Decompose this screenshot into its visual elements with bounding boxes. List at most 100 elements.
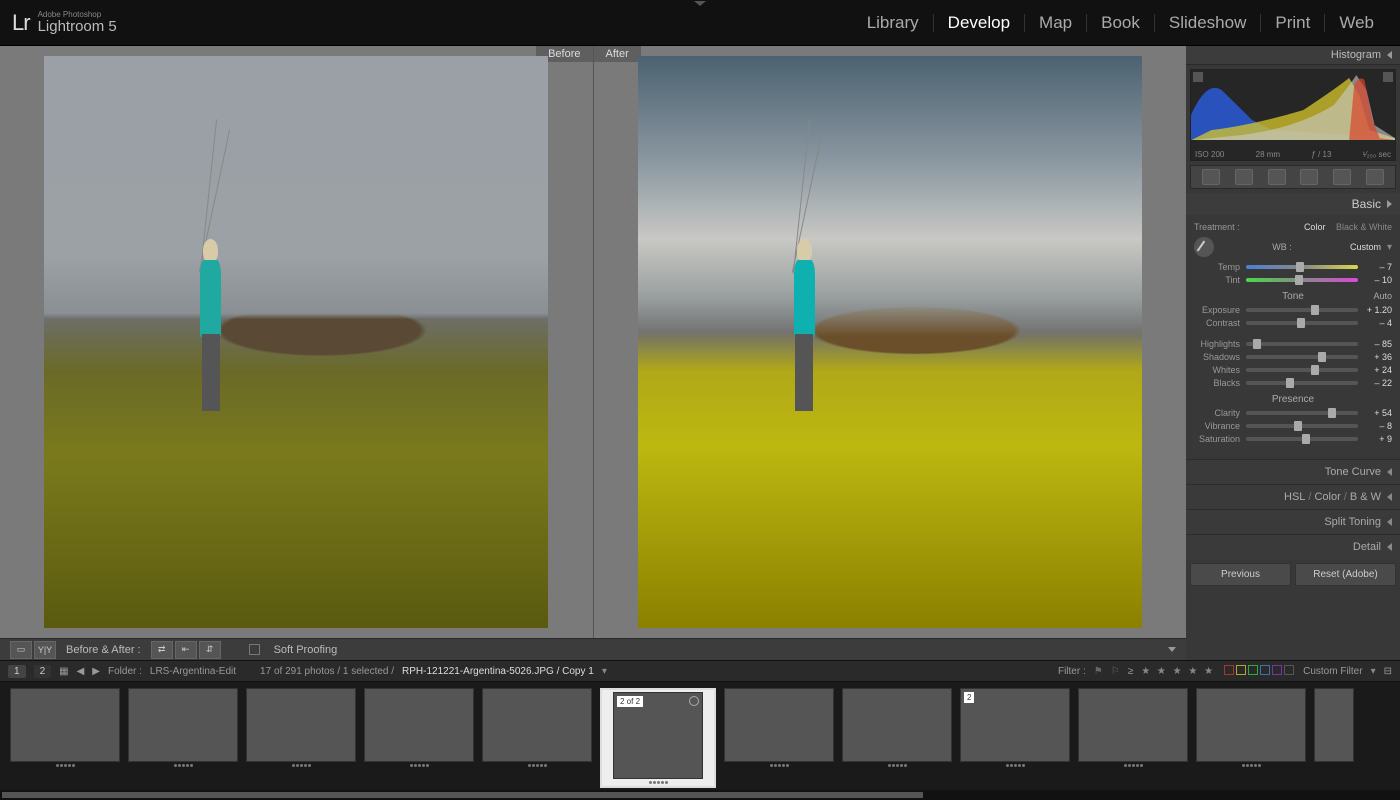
- module-web[interactable]: Web: [1325, 13, 1388, 33]
- auto-tone[interactable]: Auto: [1373, 291, 1392, 301]
- filter-lock-icon[interactable]: ⊟: [1384, 666, 1392, 677]
- whites-value[interactable]: + 24: [1364, 365, 1392, 375]
- graduated-filter-tool[interactable]: [1300, 169, 1318, 185]
- monitor-1[interactable]: 1: [8, 665, 26, 678]
- brand: Lr Adobe Photoshop Lightroom 5: [12, 10, 117, 36]
- flag-picked-icon[interactable]: ⚑: [1094, 666, 1103, 677]
- thumbnail[interactable]: [482, 688, 592, 788]
- thumbnail[interactable]: [842, 688, 952, 788]
- flag-rejected-icon[interactable]: ⚐: [1111, 666, 1120, 677]
- exposure-value[interactable]: + 1.20: [1364, 305, 1392, 315]
- before-pane[interactable]: Before: [0, 46, 593, 638]
- contrast-value[interactable]: – 4: [1364, 318, 1392, 328]
- compare-view-button[interactable]: Y|Y: [34, 641, 56, 659]
- copy-left-button[interactable]: ⇤: [175, 641, 197, 659]
- blacks-value[interactable]: – 22: [1364, 378, 1392, 388]
- blacks-slider[interactable]: [1246, 381, 1358, 385]
- histogram-iso: ISO 200: [1195, 150, 1224, 159]
- module-map[interactable]: Map: [1025, 13, 1086, 33]
- wb-eyedropper[interactable]: [1194, 237, 1214, 257]
- histogram[interactable]: ISO 200 28 mm ƒ / 13 ¹⁄₂₅₀ sec: [1190, 69, 1396, 161]
- after-image: [638, 56, 1142, 628]
- module-slideshow[interactable]: Slideshow: [1155, 13, 1261, 33]
- local-adjustment-tools: [1190, 165, 1396, 189]
- tone-curve-panel[interactable]: Tone Curve: [1186, 459, 1400, 484]
- vibrance-slider[interactable]: [1246, 424, 1358, 428]
- thumbnail[interactable]: [10, 688, 120, 788]
- custom-filter[interactable]: Custom Filter: [1303, 666, 1362, 677]
- nav-fwd-icon[interactable]: ▶: [92, 666, 100, 677]
- thumbnail[interactable]: [128, 688, 238, 788]
- treatment-bw[interactable]: Black & White: [1336, 222, 1392, 232]
- split-toning-panel[interactable]: Split Toning: [1186, 509, 1400, 534]
- grid-icon[interactable]: ▦: [59, 666, 68, 677]
- crop-tool[interactable]: [1202, 169, 1220, 185]
- photo-count: 17 of 291 photos / 1 selected /: [260, 666, 394, 677]
- filmstrip-scrollbar[interactable]: [0, 790, 1400, 800]
- copy-settings-button[interactable]: ⇵: [199, 641, 221, 659]
- filmstrip-header: 1 2 ▦ ◀ ▶ Folder : LRS-Argentina-Edit 17…: [0, 660, 1400, 682]
- filter-stars[interactable]: ★ ★ ★ ★ ★: [1141, 666, 1215, 677]
- vibrance-value[interactable]: – 8: [1364, 421, 1392, 431]
- hsl-panel[interactable]: HSL/Color/B & W: [1186, 484, 1400, 509]
- module-library[interactable]: Library: [853, 13, 933, 33]
- thumbnail[interactable]: [724, 688, 834, 788]
- thumbnail[interactable]: [1314, 688, 1354, 788]
- thumbnail[interactable]: 2: [960, 688, 1070, 788]
- treatment-color[interactable]: Color: [1304, 222, 1326, 232]
- temp-slider[interactable]: [1246, 265, 1358, 269]
- previous-button[interactable]: Previous: [1190, 563, 1291, 586]
- thumbnail[interactable]: [1196, 688, 1306, 788]
- spot-tool[interactable]: [1235, 169, 1253, 185]
- whites-slider[interactable]: [1246, 368, 1358, 372]
- current-file: RPH-121221-Argentina-5026.JPG / Copy 1: [402, 666, 594, 677]
- clarity-slider[interactable]: [1246, 411, 1358, 415]
- basic-panel-header[interactable]: Basic: [1186, 193, 1400, 215]
- stack-toggle[interactable]: [689, 696, 699, 706]
- highlight-clip-indicator[interactable]: [1383, 72, 1393, 82]
- reset-button[interactable]: Reset (Adobe): [1295, 563, 1396, 586]
- thumbnail[interactable]: [246, 688, 356, 788]
- thumbnail-selected[interactable]: 2 of 2: [600, 688, 716, 788]
- module-develop[interactable]: Develop: [934, 13, 1024, 33]
- filmstrip: 2 of 2 2: [0, 682, 1400, 800]
- highlights-value[interactable]: – 85: [1364, 339, 1392, 349]
- shadow-clip-indicator[interactable]: [1193, 72, 1203, 82]
- thumbnail[interactable]: [1078, 688, 1188, 788]
- filter-colors[interactable]: [1223, 665, 1295, 678]
- redeye-tool[interactable]: [1268, 169, 1286, 185]
- clarity-value[interactable]: + 54: [1364, 408, 1392, 418]
- saturation-value[interactable]: + 9: [1364, 434, 1392, 444]
- wb-label: WB :: [1220, 242, 1344, 252]
- soft-proofing-checkbox[interactable]: [249, 644, 260, 655]
- top-panel-toggle[interactable]: [694, 1, 706, 6]
- wb-preset[interactable]: Custom: [1350, 242, 1381, 252]
- histogram-header[interactable]: Histogram: [1186, 46, 1400, 65]
- folder-name[interactable]: LRS-Argentina-Edit: [150, 666, 236, 677]
- highlights-slider[interactable]: [1246, 342, 1358, 346]
- contrast-slider[interactable]: [1246, 321, 1358, 325]
- shadows-value[interactable]: + 36: [1364, 352, 1392, 362]
- histogram-shutter: ¹⁄₂₅₀ sec: [1363, 150, 1391, 159]
- soft-proofing-label: Soft Proofing: [274, 644, 338, 656]
- brush-tool[interactable]: [1366, 169, 1384, 185]
- tint-slider[interactable]: [1246, 278, 1358, 282]
- rating-ge: ≥: [1128, 666, 1134, 677]
- module-book[interactable]: Book: [1087, 13, 1154, 33]
- saturation-slider[interactable]: [1246, 437, 1358, 441]
- after-pane[interactable]: After: [594, 46, 1187, 638]
- temp-value[interactable]: – 7: [1364, 262, 1392, 272]
- radial-filter-tool[interactable]: [1333, 169, 1351, 185]
- monitor-2[interactable]: 2: [34, 665, 52, 678]
- shadows-slider[interactable]: [1246, 355, 1358, 359]
- thumbnail[interactable]: [364, 688, 474, 788]
- exposure-slider[interactable]: [1246, 308, 1358, 312]
- toolbar-menu[interactable]: [1168, 647, 1176, 652]
- swap-button[interactable]: ⇄: [151, 641, 173, 659]
- module-print[interactable]: Print: [1261, 13, 1324, 33]
- detail-panel[interactable]: Detail: [1186, 534, 1400, 559]
- tint-value[interactable]: – 10: [1364, 275, 1392, 285]
- nav-back-icon[interactable]: ◀: [77, 666, 85, 677]
- loupe-view-button[interactable]: ▭: [10, 641, 32, 659]
- preview-toolbar: ▭ Y|Y Before & After : ⇄ ⇤ ⇵ Soft Proofi…: [0, 638, 1186, 660]
